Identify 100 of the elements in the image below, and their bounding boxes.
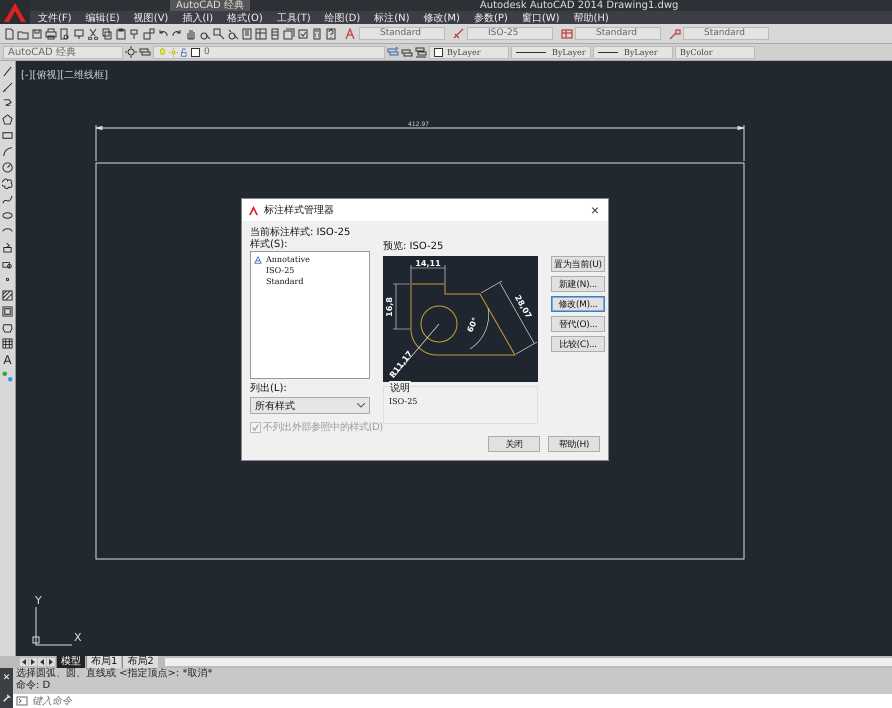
dialog-button[interactable]: 替代(O)... (551, 316, 605, 332)
arc-icon[interactable] (2, 146, 13, 157)
property-dropdown[interactable]: ByLayer (511, 46, 591, 58)
text-tool-button[interactable]: A (3, 354, 12, 366)
annotative-icon (254, 256, 262, 264)
polyline-icon[interactable] (2, 98, 13, 109)
dim-style-icon[interactable] (453, 28, 465, 40)
polygon-icon[interactable] (2, 114, 13, 125)
close-button[interactable]: × (588, 202, 602, 218)
zoom-previous-icon[interactable] (227, 28, 239, 40)
construction-line-icon[interactable] (2, 82, 13, 93)
styles-list[interactable]: Annotative ISO-25 Standard (250, 251, 370, 379)
design-center-icon[interactable] (255, 28, 267, 40)
printer-icon[interactable] (45, 28, 57, 40)
axis-label: X (74, 631, 82, 644)
workspace-dropdown[interactable]: AutoCAD 经典 (3, 46, 123, 58)
workspace-combo[interactable]: AutoCAD 经典 (170, 0, 250, 11)
new-file-icon[interactable] (3, 28, 15, 40)
copy-icon[interactable] (101, 28, 113, 40)
layout-tab[interactable]: 布局1 (86, 656, 122, 668)
description-label: 说明 (389, 381, 411, 395)
list-label: 列出(L): (250, 383, 288, 395)
app-logo-icon (248, 204, 259, 216)
list-dropdown[interactable]: 所有样式 (250, 397, 370, 414)
menu-item[interactable]: 工具(T) (276, 10, 311, 24)
property-dropdown[interactable]: ByColor (675, 46, 755, 58)
style-dropdown[interactable]: Standard (575, 27, 661, 40)
save-icon[interactable] (31, 28, 43, 40)
menu-item[interactable]: 窗口(W) (522, 10, 560, 24)
preview-icon[interactable] (59, 28, 71, 40)
layer-manager-icon[interactable] (139, 46, 151, 58)
menu-item[interactable]: 帮助(H) (574, 10, 609, 24)
region-icon[interactable] (2, 322, 13, 333)
property-dropdown[interactable]: ByLayer (429, 46, 509, 58)
properties-icon[interactable] (241, 28, 253, 40)
spline-icon[interactable] (2, 194, 13, 205)
menu-item[interactable]: 编辑(E) (86, 10, 120, 24)
lock-icon (180, 48, 189, 56)
menu-item[interactable]: 插入(I) (182, 10, 214, 24)
ucs-icon (32, 606, 72, 646)
text-style-icon[interactable] (345, 28, 357, 40)
dialog-button[interactable]: 置为当前(U) (551, 256, 605, 272)
paste-icon[interactable] (115, 28, 127, 40)
style-dropdown[interactable]: Standard (359, 27, 445, 40)
layer-dropdown[interactable]: 0 (153, 46, 385, 58)
gradient-icon[interactable] (2, 306, 13, 317)
layout-tab[interactable]: 布局2 (122, 656, 158, 668)
line-icon[interactable] (2, 66, 13, 77)
horizontal-scrollbar[interactable] (164, 658, 892, 666)
mleader-style-icon[interactable] (669, 28, 681, 40)
tab-nav-icon[interactable] (38, 658, 46, 666)
layer-previous-icon[interactable] (415, 46, 427, 58)
style-dropdown[interactable]: ISO-25 (467, 27, 553, 40)
insert-block-icon[interactable] (2, 242, 13, 253)
style-list-item[interactable]: ISO-25 (266, 266, 294, 275)
styles-label: 样式(S): (250, 239, 289, 251)
menu-item[interactable]: 视图(V) (134, 10, 168, 24)
sheet-set-icon[interactable] (283, 28, 295, 40)
dialog-button[interactable]: 帮助(H) (548, 436, 600, 452)
menu-item[interactable]: 绘图(D) (324, 10, 360, 24)
menu-item[interactable]: 格式(O) (227, 10, 263, 24)
command-prompt-icon[interactable] (16, 696, 28, 706)
calculator-icon[interactable] (311, 28, 323, 40)
menu-item[interactable]: 标注(N) (374, 10, 410, 24)
menu-item[interactable]: 文件(F) (38, 10, 72, 24)
tool-palette-icon[interactable] (269, 28, 281, 40)
style-list-item[interactable]: Annotative (266, 255, 310, 264)
axis-label: Y (35, 594, 42, 607)
hand-pan-icon[interactable] (185, 28, 197, 40)
scissors-icon[interactable] (87, 28, 99, 40)
layer-state-icon[interactable] (387, 46, 399, 58)
tab-nav-icon[interactable] (29, 658, 37, 666)
style-dropdown[interactable]: Standard (683, 27, 769, 40)
close-icon[interactable]: ✕ (2, 673, 10, 683)
dialog-button[interactable]: 比较(C)... (551, 336, 605, 352)
table-icon[interactable] (2, 338, 13, 349)
tab-nav-icon[interactable] (20, 658, 28, 666)
style-list-item[interactable]: Standard (266, 277, 304, 286)
hatch-icon[interactable] (2, 290, 13, 301)
block-icon[interactable] (143, 28, 155, 40)
menu-item[interactable]: 参数(P) (474, 10, 508, 24)
zoom-window-icon[interactable] (213, 28, 225, 40)
property-dropdown[interactable]: ByLayer (593, 46, 673, 58)
viewport-label[interactable]: [-][俯视][二维线框] (21, 68, 108, 82)
revision-cloud-icon[interactable] (2, 178, 13, 189)
help-icon[interactable] (325, 28, 337, 40)
tab-nav-icon[interactable] (47, 658, 55, 666)
current-style-label: 当前标注样式: ISO-25 (250, 227, 352, 238)
dialog-button[interactable]: 关闭 (488, 436, 540, 452)
description-text: ISO-25 (389, 397, 418, 406)
rectangle-icon[interactable] (2, 130, 13, 141)
menu-item[interactable]: 修改(M) (424, 10, 460, 24)
lightbulb-icon (158, 48, 167, 56)
window-title: Autodesk AutoCAD 2014 Drawing1.dwg (480, 0, 678, 11)
table-style-icon[interactable] (561, 28, 573, 40)
layout-tab[interactable]: 模型 (56, 656, 85, 668)
dialog-button[interactable]: 新建(N)... (551, 276, 605, 292)
wrench-icon[interactable] (2, 693, 12, 703)
dialog-button[interactable]: 修改(M)... (551, 296, 605, 312)
markup-icon[interactable] (297, 28, 309, 40)
